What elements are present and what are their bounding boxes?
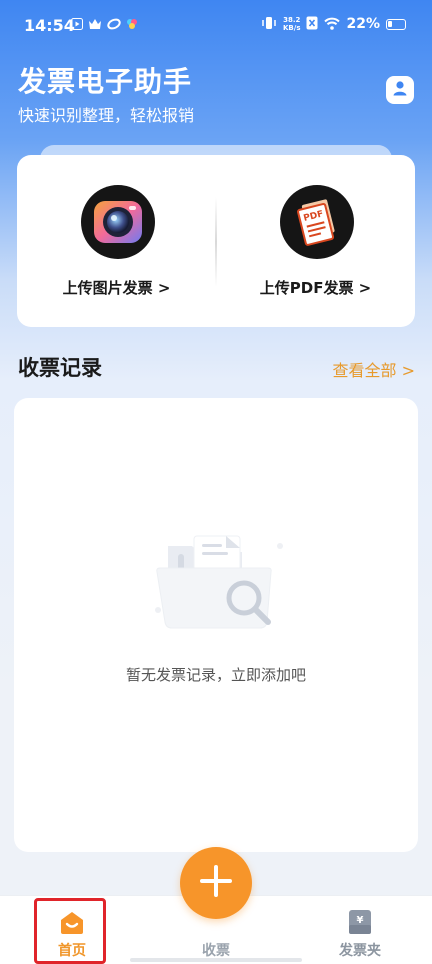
net-speed-value: 38.2 [283,16,301,24]
app-title: 发票电子助手 [18,65,193,98]
pdf-document-icon: PDF [280,185,354,259]
svg-text:¥: ¥ [357,915,364,926]
upload-card: 上传图片发票 > PDF 上传PDF发票 > [17,155,415,327]
add-invoice-button[interactable] [180,847,252,919]
status-right-group: 38.2 KB/s 22% [261,14,406,34]
status-bar: 14:54 38.2 KB/s 22% [0,0,432,52]
net-speed: 38.2 KB/s [283,16,300,32]
status-time: 14:54 [24,16,75,35]
battery-percent: 22% [346,16,380,32]
app-icon [125,17,139,31]
empty-records-text: 暂无发票记录，立即添加吧 [125,666,306,684]
camera-icon [81,185,155,259]
invoice-folder-icon: ¥ [346,908,374,936]
battery-icon [386,18,406,30]
view-all-link[interactable]: 查看全部 > [333,357,416,381]
home-indicator [130,958,302,962]
upload-pdf-label: 上传PDF发票 > [259,279,372,297]
records-card: 暂无发票记录，立即添加吧 [14,398,418,852]
wifi-icon [324,15,341,34]
upload-pdf-button[interactable]: PDF 上传PDF发票 > [216,155,415,327]
nav-folder-label: 发票夹 [339,943,381,959]
vibrate-icon [261,15,277,34]
video-icon [70,17,84,31]
plus-icon [198,863,234,903]
sim-icon [306,15,318,34]
empty-folder-search-icon [154,528,294,648]
link-icon [107,17,121,31]
app-subtitle: 快速识别整理，轻松报销 [18,106,195,125]
net-speed-unit: KB/s [283,24,301,32]
nav-invoice-folder[interactable]: ¥ 发票夹 [310,896,410,964]
upload-image-label: 上传图片发票 > [62,279,171,297]
records-title: 收票记录 [18,356,102,380]
nav-collect-label: 收票 [202,943,230,959]
crown-icon [88,17,102,31]
profile-button[interactable] [386,76,414,104]
upload-image-button[interactable]: 上传图片发票 > [17,155,216,327]
selection-highlight [34,898,106,964]
user-icon [391,79,409,101]
